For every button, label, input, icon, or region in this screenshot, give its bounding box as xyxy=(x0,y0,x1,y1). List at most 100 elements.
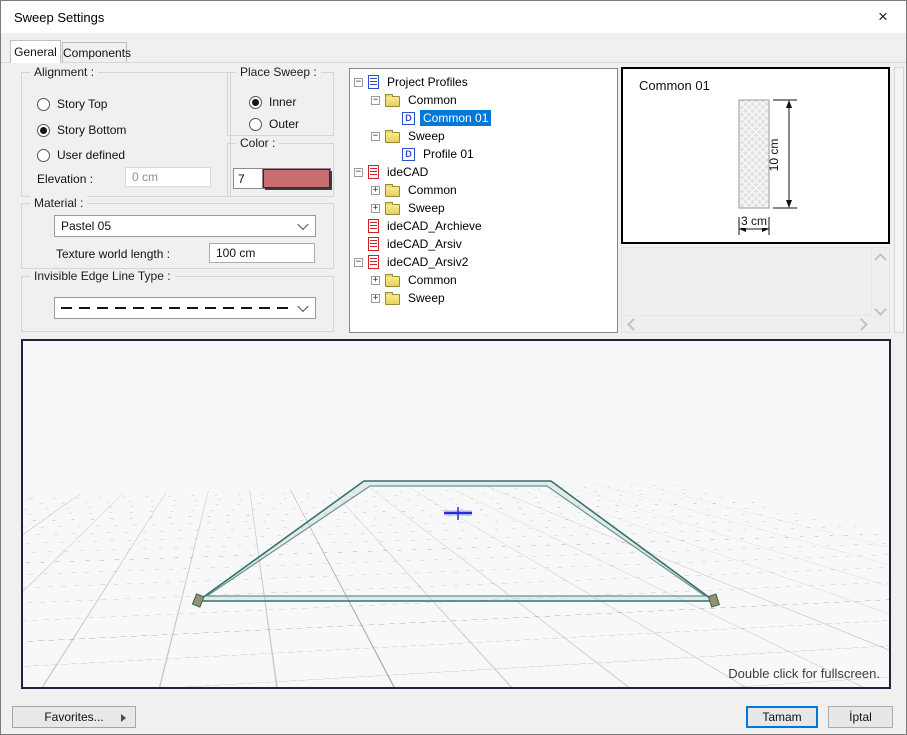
scroll-up-icon[interactable] xyxy=(874,253,887,266)
expand-icon[interactable]: + xyxy=(371,186,380,195)
description-pane xyxy=(621,247,890,333)
elevation-field[interactable]: 0 cm xyxy=(125,167,211,187)
tree-item-label[interactable]: Sweep xyxy=(405,290,448,306)
fullscreen-hint: Double click for fullscreen. xyxy=(728,666,880,681)
tree-item[interactable]: ideCAD_Arsiv xyxy=(350,235,617,253)
tree-item-label[interactable]: Sweep xyxy=(405,128,448,144)
expand-icon[interactable]: + xyxy=(371,204,380,213)
width-dimension-label: 3 cm xyxy=(741,214,767,228)
tree-item-label[interactable]: ideCAD_Arsiv xyxy=(384,236,465,252)
favorites-button[interactable]: Favorites... xyxy=(12,706,136,728)
profile-tree[interactable]: −Project Profiles−CommonDCommon 01−Sweep… xyxy=(349,68,618,333)
tab-components[interactable]: Components xyxy=(62,42,127,63)
folder-icon xyxy=(385,96,400,107)
origin-cross xyxy=(444,507,472,520)
tree-item[interactable]: + Sweep xyxy=(350,199,617,217)
tree-item[interactable]: D Common 01 xyxy=(350,109,617,127)
ok-button[interactable]: Tamam xyxy=(746,706,818,728)
tree-item-label[interactable]: Profile 01 xyxy=(420,146,477,162)
folder-icon xyxy=(385,294,400,305)
tree-item-label[interactable]: ideCAD_Archieve xyxy=(384,218,485,234)
color-swatch[interactable] xyxy=(263,169,330,188)
radio-user-defined[interactable]: User defined xyxy=(37,148,125,162)
vertical-scrollbar[interactable] xyxy=(871,249,888,316)
expand-icon[interactable]: + xyxy=(371,294,380,303)
texture-length-label: Texture world length : xyxy=(56,247,170,261)
tree-item-label[interactable]: ideCAD xyxy=(384,164,431,180)
scroll-down-icon[interactable] xyxy=(874,303,887,316)
tree-item-label[interactable]: Common 01 xyxy=(420,110,491,126)
collapse-icon[interactable]: − xyxy=(354,78,363,87)
radio-inner[interactable]: Inner xyxy=(249,95,296,109)
tree-item[interactable]: − ideCAD xyxy=(350,163,617,181)
tree-item[interactable]: ideCAD_Archieve xyxy=(350,217,617,235)
tree-item[interactable]: − Project Profiles xyxy=(350,73,617,91)
tree-item[interactable]: DProfile 01 xyxy=(350,145,617,163)
tree-item-label[interactable]: Common xyxy=(405,182,460,198)
folder-icon xyxy=(385,132,400,143)
expand-icon[interactable]: + xyxy=(371,276,380,285)
material-selected-value: Pastel 05 xyxy=(61,219,111,233)
alignment-group-label: Alignment : xyxy=(30,65,98,79)
sweep-settings-dialog: Sweep Settings × General Components Alig… xyxy=(0,0,907,735)
dialog-title: Sweep Settings xyxy=(14,10,104,25)
profile-drawing: 10 cm 3 cm xyxy=(623,69,888,242)
tree-item-label[interactable]: Common xyxy=(405,272,460,288)
tree-item[interactable]: − Common xyxy=(350,91,617,109)
expand-right-icon xyxy=(121,714,126,722)
folder-icon xyxy=(385,276,400,287)
tree-item-label[interactable]: Common xyxy=(405,92,460,108)
tree-item[interactable]: − ideCAD_Arsiv2 xyxy=(350,253,617,271)
radio-label: Story Bottom xyxy=(57,123,126,137)
line-type-select[interactable] xyxy=(54,297,316,319)
collapse-icon[interactable]: − xyxy=(371,132,380,141)
tree-item[interactable]: + Common xyxy=(350,271,617,289)
titlebar: Sweep Settings × xyxy=(1,1,906,33)
texture-length-field[interactable]: 100 cm xyxy=(209,243,315,263)
place-sweep-group-label: Place Sweep : xyxy=(236,65,321,79)
chevron-down-icon xyxy=(297,301,308,312)
radio-circle[interactable] xyxy=(37,149,50,162)
cancel-button[interactable]: İptal xyxy=(828,706,893,728)
radio-label: Story Top xyxy=(57,97,107,111)
document-red-icon xyxy=(368,165,379,179)
color-group-label: Color : xyxy=(236,136,279,150)
folder-icon xyxy=(385,204,400,215)
document-blue-icon xyxy=(368,75,379,89)
dashed-line-sample xyxy=(61,307,291,309)
tab-page-border xyxy=(1,62,906,63)
preview-3d-viewport[interactable]: Double click for fullscreen. xyxy=(21,339,891,689)
tree-item[interactable]: − Sweep xyxy=(350,127,617,145)
close-icon[interactable]: × xyxy=(868,6,898,28)
scroll-right-icon[interactable] xyxy=(855,318,868,331)
color-index-value[interactable]: 7 xyxy=(234,169,263,188)
profile-icon: D xyxy=(402,112,415,125)
tree-item-label[interactable]: Project Profiles xyxy=(384,74,471,90)
tree-item[interactable]: + Common xyxy=(350,181,617,199)
folder-icon xyxy=(385,186,400,197)
tree-item-label[interactable]: ideCAD_Arsiv2 xyxy=(384,254,471,270)
elevation-label: Elevation : xyxy=(37,172,93,186)
collapse-icon[interactable]: − xyxy=(354,168,363,177)
radio-circle[interactable] xyxy=(37,124,50,137)
collapse-icon[interactable]: − xyxy=(371,96,380,105)
collapse-icon[interactable]: − xyxy=(354,258,363,267)
radio-story-top[interactable]: Story Top xyxy=(37,97,107,111)
horizontal-scrollbar[interactable] xyxy=(623,315,872,331)
sweep-band xyxy=(198,481,714,601)
tree-item[interactable]: + Sweep xyxy=(350,289,617,307)
radio-circle[interactable] xyxy=(249,96,262,109)
sweep-overlay xyxy=(23,341,889,687)
radio-circle[interactable] xyxy=(37,98,50,111)
color-picker[interactable]: 7 xyxy=(233,168,331,189)
tab-general[interactable]: General xyxy=(10,40,61,63)
radio-circle[interactable] xyxy=(249,118,262,131)
profile-preview-panel: Common 01 10 cm 3 cm xyxy=(621,67,890,244)
tree-item-label[interactable]: Sweep xyxy=(405,200,448,216)
material-select[interactable]: Pastel 05 xyxy=(54,215,316,237)
radio-label: User defined xyxy=(57,148,125,162)
radio-outer[interactable]: Outer xyxy=(249,117,299,131)
radio-story-bottom[interactable]: Story Bottom xyxy=(37,123,126,137)
scroll-left-icon[interactable] xyxy=(627,318,640,331)
panel-scrollbar-track[interactable] xyxy=(894,67,904,333)
